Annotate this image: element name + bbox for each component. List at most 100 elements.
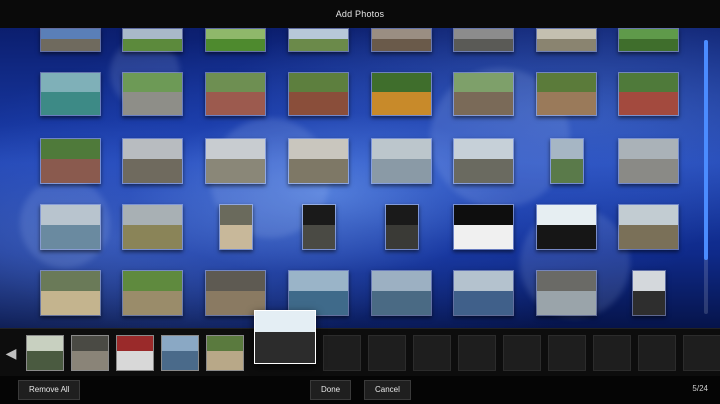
photo-ground	[162, 351, 198, 370]
dragged-photo[interactable]	[254, 310, 316, 364]
photo-thumbnail[interactable]	[371, 72, 432, 116]
photo-sky	[41, 271, 100, 291]
photo-ground	[454, 38, 513, 51]
photo-grid	[0, 28, 700, 328]
photo-ground	[41, 224, 100, 249]
photo-thumbnail[interactable]	[453, 270, 514, 316]
action-bar: Remove All Done Cancel 5/24	[0, 376, 720, 404]
photo-sky	[619, 73, 678, 92]
scrollbar-thumb[interactable]	[704, 40, 708, 260]
selected-photo-slot[interactable]	[206, 335, 244, 371]
photo-ground	[123, 38, 182, 51]
photo-thumbnail[interactable]	[385, 204, 419, 250]
photo-sky	[619, 29, 678, 39]
selected-photo-slot[interactable]	[116, 335, 154, 371]
photo-thumbnail[interactable]	[536, 28, 597, 52]
photo-thumbnail[interactable]	[122, 204, 183, 250]
photo-thumbnail[interactable]	[205, 28, 266, 52]
photo-thumbnail[interactable]	[536, 270, 597, 316]
photo-sky	[303, 205, 335, 225]
photo-thumbnail[interactable]	[205, 72, 266, 116]
photo-sky	[537, 271, 596, 291]
photo-thumbnail[interactable]	[618, 204, 679, 250]
photo-thumbnail[interactable]	[536, 72, 597, 116]
photo-sky	[123, 139, 182, 159]
photo-thumbnail[interactable]	[40, 28, 101, 52]
photo-thumbnail[interactable]	[40, 204, 101, 250]
selected-photo-slot[interactable]	[71, 335, 109, 371]
photo-ground	[633, 290, 665, 315]
photo-thumbnail[interactable]	[40, 72, 101, 116]
photo-ground	[207, 351, 243, 370]
photo-ground	[454, 224, 513, 249]
photo-thumbnail[interactable]	[219, 204, 253, 250]
photo-sky	[206, 139, 265, 159]
photo-thumbnail[interactable]	[371, 270, 432, 316]
photo-thumbnail[interactable]	[122, 138, 183, 184]
photo-ground	[537, 224, 596, 249]
photo-sky	[123, 73, 182, 92]
photo-sky	[619, 205, 678, 225]
cancel-button[interactable]: Cancel	[364, 380, 411, 400]
photo-thumbnail[interactable]	[618, 138, 679, 184]
photo-thumbnail[interactable]	[288, 138, 349, 184]
photo-sky	[454, 205, 513, 225]
photo-thumbnail[interactable]	[453, 72, 514, 116]
photo-sky	[207, 336, 243, 352]
photo-thumbnail[interactable]	[453, 28, 514, 52]
photo-ground	[117, 351, 153, 370]
empty-slot	[638, 335, 676, 371]
photo-sky	[372, 29, 431, 39]
remove-all-button[interactable]: Remove All	[18, 380, 81, 400]
photo-ground	[41, 91, 100, 115]
photo-thumbnail[interactable]	[302, 204, 336, 250]
photo-ground	[619, 91, 678, 115]
photo-sky	[41, 29, 100, 39]
photo-thumbnail[interactable]	[536, 204, 597, 250]
photo-ground	[386, 224, 418, 249]
photo-sky	[372, 139, 431, 159]
photo-thumbnail[interactable]	[40, 138, 101, 184]
title-bar: Add Photos	[0, 0, 720, 28]
photo-ground	[372, 91, 431, 115]
empty-slot	[593, 335, 631, 371]
photo-ground	[454, 158, 513, 183]
photo-sky	[289, 139, 348, 159]
photo-sky	[289, 271, 348, 291]
photo-thumbnail[interactable]	[453, 138, 514, 184]
photo-sky	[220, 205, 252, 225]
selected-photo-slot[interactable]	[161, 335, 199, 371]
photo-sky	[123, 205, 182, 225]
photo-thumbnail[interactable]	[550, 138, 584, 184]
photo-sky	[206, 29, 265, 39]
photo-thumbnail[interactable]	[288, 72, 349, 116]
photo-ground	[537, 38, 596, 51]
photo-thumbnail[interactable]	[371, 28, 432, 52]
photo-ground	[619, 38, 678, 51]
selection-count: 5/24	[692, 384, 708, 393]
photo-sky	[206, 271, 265, 291]
photo-sky	[372, 73, 431, 92]
photo-thumbnail[interactable]	[122, 28, 183, 52]
photo-thumbnail[interactable]	[618, 72, 679, 116]
empty-slot	[503, 335, 541, 371]
done-button[interactable]: Done	[310, 380, 352, 400]
photo-thumbnail[interactable]	[122, 270, 183, 316]
photo-sky	[27, 336, 63, 352]
photo-ground	[537, 91, 596, 115]
photo-sky	[255, 311, 315, 332]
photo-ground	[551, 158, 583, 183]
chevron-left-icon[interactable]: ◀	[4, 343, 18, 363]
photo-sky	[206, 73, 265, 92]
selected-photo-slot[interactable]	[26, 335, 64, 371]
photo-thumbnail[interactable]	[40, 270, 101, 316]
photo-thumbnail[interactable]	[453, 204, 514, 250]
photo-thumbnail[interactable]	[632, 270, 666, 316]
photo-thumbnail[interactable]	[122, 72, 183, 116]
photo-thumbnail[interactable]	[371, 138, 432, 184]
photo-thumbnail[interactable]	[205, 138, 266, 184]
photo-thumbnail[interactable]	[288, 28, 349, 52]
photo-sky	[372, 271, 431, 291]
vertical-scrollbar[interactable]	[704, 40, 708, 314]
photo-thumbnail[interactable]	[618, 28, 679, 52]
